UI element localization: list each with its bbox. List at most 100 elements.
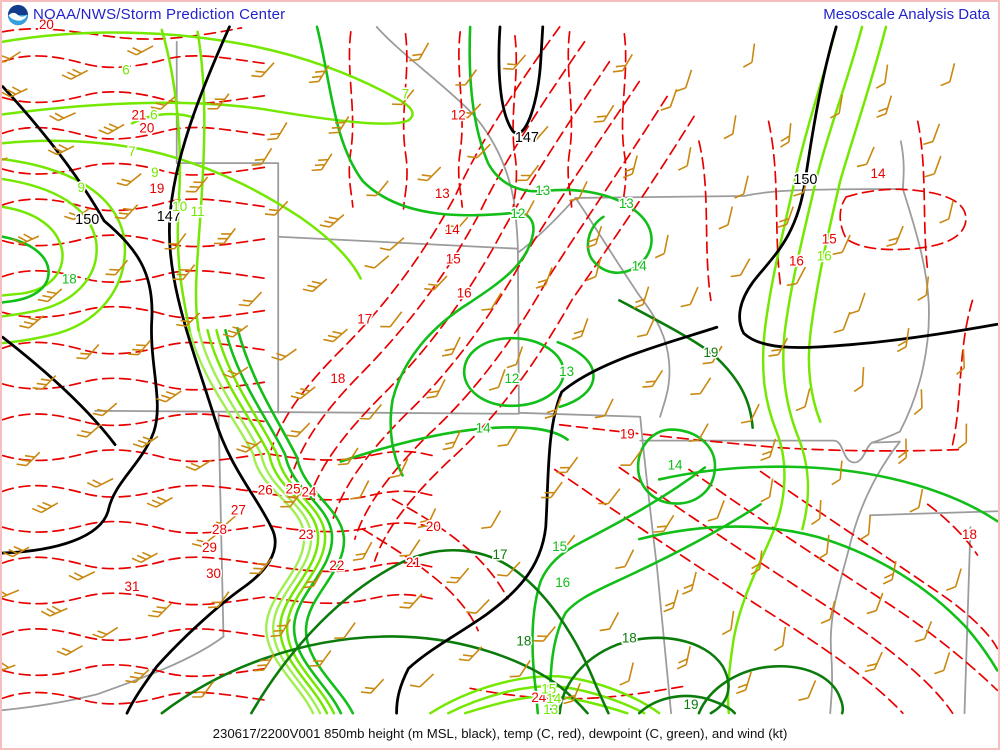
temperature-label: 13	[435, 186, 450, 201]
wind-barb	[93, 397, 117, 419]
wind-barb	[913, 389, 922, 414]
dewpoint-label: 17	[493, 547, 508, 562]
wind-barb	[731, 255, 750, 281]
wind-barb	[860, 515, 870, 540]
state-border-line	[640, 417, 671, 713]
wind-barb	[751, 550, 762, 576]
wind-barb	[940, 199, 954, 225]
wind-barb	[923, 121, 939, 147]
temperature-contour	[3, 271, 267, 282]
dewpoint-label: 6	[150, 107, 157, 122]
dewpoint-label: 10	[172, 199, 187, 214]
temperature-label: 30	[206, 566, 221, 581]
state-border-line	[518, 198, 576, 253]
dewpoint-label: 15	[552, 539, 567, 554]
wind-barb	[186, 454, 211, 474]
dewpoint-label: 19	[703, 345, 718, 360]
wind-barb	[877, 93, 892, 119]
wind-barb	[2, 583, 19, 600]
wind-barb	[128, 335, 150, 359]
wind-barb	[910, 487, 923, 513]
temperature-label: 14	[871, 166, 886, 181]
temperature-label: 25	[286, 481, 301, 496]
wind-barb	[796, 386, 810, 412]
wind-barb	[722, 610, 733, 636]
temperature-label: 18	[330, 371, 345, 386]
temperature-contour	[3, 486, 433, 500]
dewpoint-label: 14	[632, 259, 647, 274]
wind-barb	[503, 50, 525, 74]
temperature-contour	[689, 469, 997, 690]
temperature-label: 23	[299, 527, 314, 542]
temperature-contour	[953, 300, 973, 444]
wind-barb	[682, 570, 696, 596]
temperature-label: 29	[202, 540, 217, 555]
wind-barb	[854, 367, 863, 392]
temperature-label: 15	[446, 252, 461, 267]
height-label: 150	[75, 212, 99, 228]
wind-barb	[708, 498, 724, 524]
wind-barb	[925, 153, 941, 179]
wind-barb	[252, 144, 272, 169]
site-title: NOAA/NWS/Storm Prediction Center	[33, 6, 285, 23]
wind-barb	[489, 367, 505, 393]
product-title: Mesoscale Analysis Data	[823, 6, 990, 23]
temperature-label: 16	[789, 254, 804, 269]
wind-barb	[780, 122, 790, 148]
wind-barb	[410, 668, 434, 691]
wind-barb	[832, 460, 842, 485]
wind-barb	[600, 609, 619, 635]
wind-barb	[598, 484, 620, 509]
temperature-label: 12	[451, 107, 466, 122]
height-contour	[499, 27, 543, 133]
dewpoint-contour	[728, 27, 836, 713]
wind-barb	[941, 61, 955, 87]
wind-barb	[876, 64, 887, 90]
height-label: 150	[793, 172, 817, 188]
state-border-line	[95, 411, 519, 414]
state-border-line	[576, 198, 670, 417]
state-border-line	[519, 413, 640, 417]
wind-barb	[533, 621, 555, 645]
wind-barb	[312, 149, 332, 174]
wind-barb	[447, 563, 469, 587]
temperature-label: 22	[329, 558, 344, 573]
wind-barb	[148, 598, 171, 621]
dewpoint-label: 12	[510, 206, 525, 221]
wind-barb	[57, 639, 83, 658]
spc-mesoanalysis-page: 1501471471502021201912131415161718141516…	[0, 0, 1000, 750]
wind-barb	[87, 472, 113, 490]
temperature-label: 24	[302, 484, 317, 499]
dewpoint-label: 16	[555, 575, 570, 590]
wind-barb	[834, 309, 850, 335]
temperature-contour	[3, 163, 267, 174]
dewpoint-label: 16	[817, 249, 832, 264]
wind-barb	[595, 395, 613, 421]
dewpoint-label: 13	[535, 183, 550, 198]
wind-barb	[946, 566, 961, 592]
wind-barb	[594, 101, 614, 126]
wind-barb	[724, 114, 736, 140]
wind-barb	[676, 67, 691, 93]
state-border-line	[3, 637, 224, 711]
wind-barb	[681, 284, 698, 310]
temperature-contour	[3, 342, 267, 353]
dewpoint-label: 9	[78, 180, 85, 195]
temperature-label: 20	[139, 120, 154, 135]
weather-map: 1501471471502021201912131415161718141516…	[2, 2, 998, 748]
dewpoint-label: 18	[516, 634, 531, 649]
temperature-label: 26	[258, 482, 273, 497]
temperature-contour	[3, 56, 267, 67]
wind-barb	[409, 39, 428, 65]
wind-barb	[719, 205, 733, 231]
temperature-contour	[3, 629, 267, 640]
temperature-label: 20	[426, 519, 441, 534]
wind-barb	[799, 677, 816, 703]
wind-barb	[17, 447, 40, 470]
temperature-label: 31	[125, 579, 140, 594]
wind-barb	[620, 661, 633, 687]
height-contour	[740, 27, 998, 348]
dewpoint-label: 13	[543, 702, 558, 717]
wind-barb	[655, 233, 668, 259]
wind-barb	[418, 161, 441, 184]
